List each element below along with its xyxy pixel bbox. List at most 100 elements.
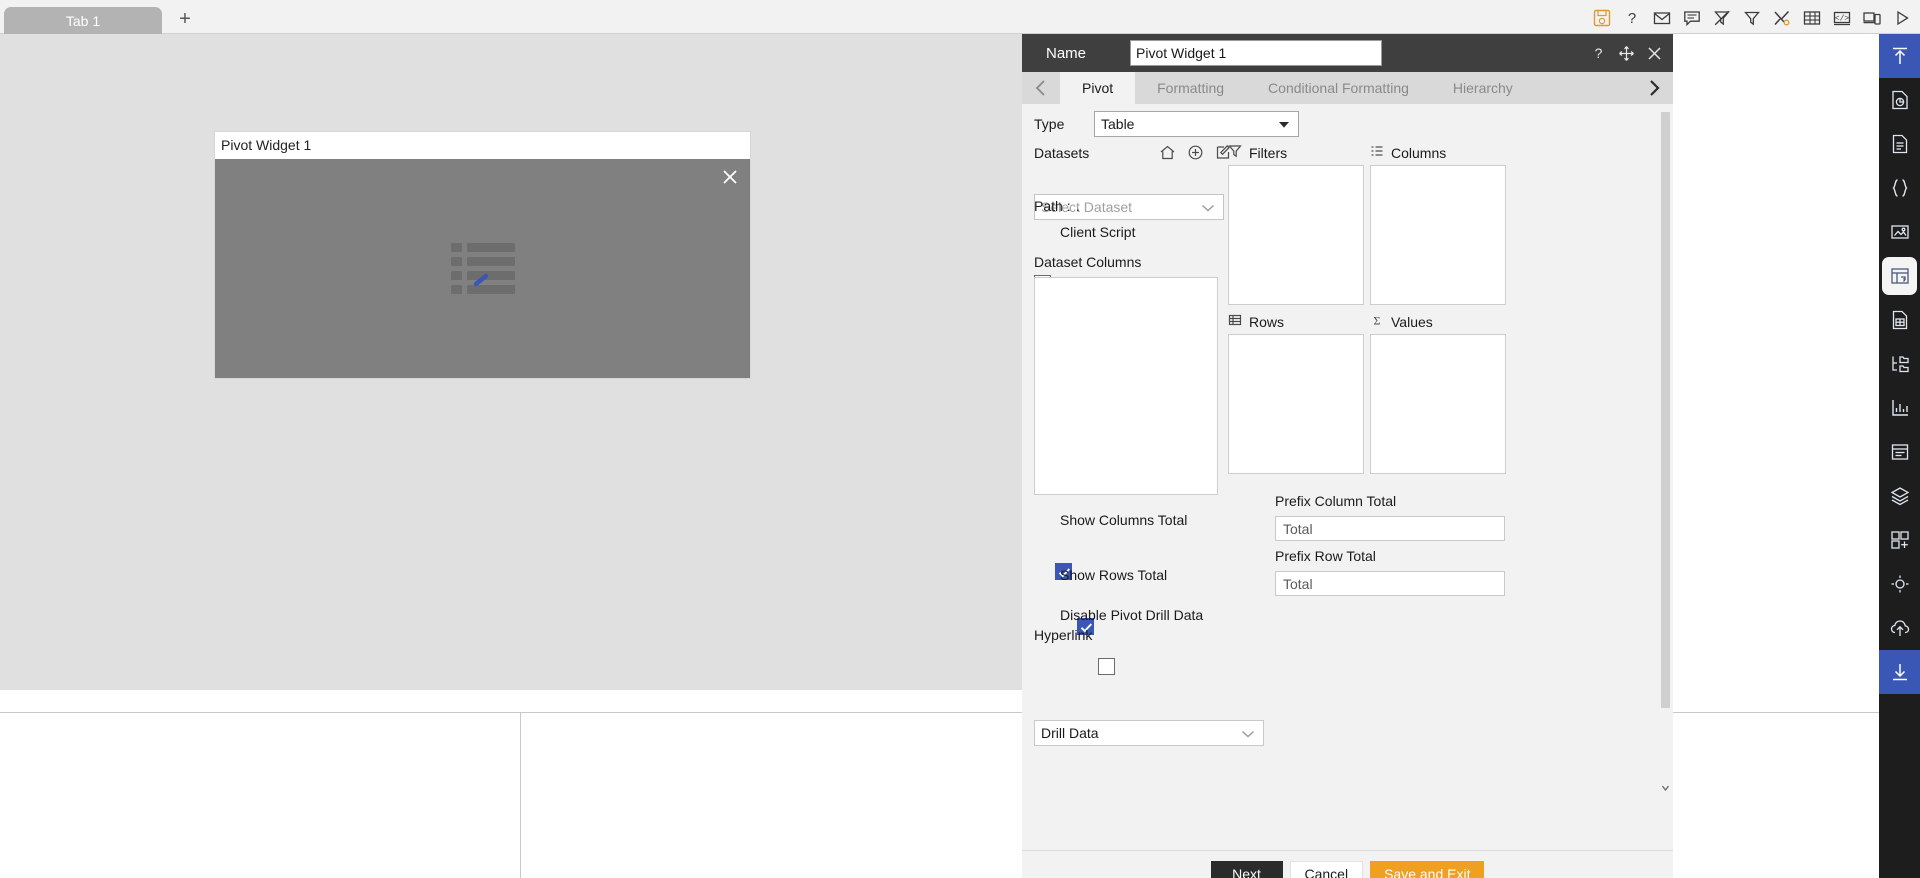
rail-item-document[interactable] <box>1879 122 1920 166</box>
alert-icon <box>1889 573 1911 595</box>
panel-footer: Next Cancel Save and Exit <box>1022 850 1673 878</box>
widget-title: Pivot Widget 1 <box>215 132 750 159</box>
disable-pivot-drill-checkbox[interactable] <box>1098 658 1116 676</box>
cancel-button[interactable]: Cancel <box>1289 860 1364 878</box>
top-toolbar: ? </> <box>1592 5 1912 31</box>
rows-dropzone[interactable] <box>1228 334 1364 474</box>
save-and-exit-button[interactable]: Save and Exit <box>1370 860 1485 878</box>
panel-header: Name ? <box>1022 34 1673 72</box>
rail-item-upload[interactable] <box>1879 34 1920 78</box>
rail-item-cloud-upload[interactable] <box>1879 606 1920 650</box>
panel-scrollbar[interactable] <box>1661 104 1670 794</box>
play-icon[interactable] <box>1892 8 1912 28</box>
svg-text:?: ? <box>1595 45 1603 61</box>
download-icon <box>1889 661 1911 683</box>
upload-icon <box>1889 45 1911 67</box>
rail-item-pivot-widget[interactable] <box>1879 254 1920 298</box>
datasets-label: Datasets <box>1034 145 1090 161</box>
rail-item-spreadsheet[interactable] <box>1879 298 1920 342</box>
home-icon[interactable] <box>1159 144 1176 161</box>
filter-icon[interactable] <box>1742 8 1762 28</box>
close-icon[interactable] <box>1646 45 1663 62</box>
path-label: Path : <box>1034 198 1071 214</box>
chevron-down-icon <box>1278 116 1290 132</box>
rail-item-report-chart[interactable] <box>1879 78 1920 122</box>
tab-hierarchy[interactable]: Hierarchy <box>1431 72 1535 104</box>
filters-dropzone[interactable] <box>1228 165 1364 305</box>
rail-item-layers[interactable] <box>1879 474 1920 518</box>
type-select[interactable]: Table <box>1094 111 1299 137</box>
disable-pivot-drill-label: Disable Pivot Drill Data <box>1060 607 1204 623</box>
table-icon[interactable] <box>1802 8 1822 28</box>
spreadsheet-icon <box>1889 309 1911 331</box>
values-label: Values <box>1391 313 1433 330</box>
help-icon[interactable]: ? <box>1590 45 1607 62</box>
tabs-prev-button[interactable] <box>1022 72 1060 104</box>
columns-dropzone[interactable] <box>1370 165 1506 305</box>
add-circle-icon[interactable] <box>1187 144 1204 161</box>
hyperlink-select[interactable]: Drill Data <box>1034 720 1264 746</box>
dataset-columns-list[interactable] <box>1034 277 1218 495</box>
rows-grid-icon <box>1228 313 1242 330</box>
rail-item-tree-folder[interactable] <box>1879 342 1920 386</box>
help-icon[interactable]: ? <box>1622 8 1642 28</box>
scroll-down-icon[interactable] <box>1661 782 1670 794</box>
svg-text:?: ? <box>1628 10 1636 27</box>
panel-scrollbar-thumb[interactable] <box>1661 112 1670 708</box>
rail-item-page-text[interactable] <box>1879 430 1920 474</box>
tab-formatting-label: Formatting <box>1157 80 1225 96</box>
move-icon[interactable] <box>1618 45 1635 62</box>
type-select-value: Table <box>1101 116 1135 132</box>
rail-item-alert[interactable] <box>1879 562 1920 606</box>
rail-item-bar-chart[interactable] <box>1879 386 1920 430</box>
close-icon[interactable] <box>720 167 740 187</box>
prefix-column-total-input[interactable]: Total <box>1275 516 1505 541</box>
tab-pivot[interactable]: Pivot <box>1060 72 1136 104</box>
prefix-row-total-value: Total <box>1283 575 1313 592</box>
prefix-column-total-label: Prefix Column Total <box>1275 493 1397 509</box>
save-icon[interactable] <box>1592 8 1612 28</box>
client-script-label: Client Script <box>1060 224 1136 240</box>
prefix-column-total-value: Total <box>1283 520 1313 537</box>
pivot-placeholder-icon <box>450 241 515 297</box>
clear-filter-icon[interactable] <box>1712 8 1732 28</box>
layers-icon <box>1889 485 1911 507</box>
add-tab-button[interactable]: + <box>175 9 195 30</box>
svg-text:</>: </> <box>1835 14 1850 23</box>
type-label: Type <box>1034 116 1065 132</box>
tab-formatting[interactable]: Formatting <box>1135 72 1246 104</box>
widget-properties-panel: Name ? Pivot Formattin <box>1022 34 1673 878</box>
top-tab-strip: Tab 1 + ? </> <box>0 0 1920 34</box>
workspace-tab-1[interactable]: Tab 1 <box>4 7 162 34</box>
path-value: . <box>1076 198 1080 214</box>
next-button[interactable]: Next <box>1210 860 1283 878</box>
svg-text:Σ: Σ <box>1374 314 1381 328</box>
image-icon <box>1889 221 1911 243</box>
rail-item-download[interactable] <box>1879 650 1920 694</box>
prefix-row-total-input[interactable]: Total <box>1275 571 1505 596</box>
pivot-widget[interactable]: Pivot Widget 1 <box>215 132 750 378</box>
rail-item-braces[interactable] <box>1879 166 1920 210</box>
design-canvas[interactable]: Pivot Widget 1 <box>0 34 1022 742</box>
datasets-actions <box>1159 144 1232 161</box>
tab-hierarchy-label: Hierarchy <box>1452 80 1513 96</box>
values-dropzone[interactable] <box>1370 334 1506 474</box>
tabs-next-button[interactable] <box>1635 72 1673 104</box>
rail-item-image[interactable] <box>1879 210 1920 254</box>
bottom-divider-1 <box>520 713 521 878</box>
comment-icon[interactable] <box>1682 8 1702 28</box>
dataset-columns-label: Dataset Columns <box>1034 254 1142 270</box>
hyperlink-label: Hyperlink <box>1034 627 1093 643</box>
tools-icon[interactable] <box>1772 8 1792 28</box>
rail-item-widgets-grid[interactable] <box>1879 518 1920 562</box>
rows-header: Rows <box>1228 313 1284 330</box>
columns-label: Columns <box>1391 144 1447 161</box>
code-icon[interactable]: </> <box>1832 8 1852 28</box>
devices-icon[interactable] <box>1862 8 1882 28</box>
tab-conditional-formatting-label: Conditional Formatting <box>1268 80 1409 96</box>
sigma-icon: Σ <box>1370 313 1384 330</box>
widget-name-input[interactable] <box>1130 40 1382 66</box>
tab-conditional-formatting[interactable]: Conditional Formatting <box>1246 72 1431 104</box>
mail-icon[interactable] <box>1652 8 1672 28</box>
widget-body[interactable] <box>215 159 750 378</box>
